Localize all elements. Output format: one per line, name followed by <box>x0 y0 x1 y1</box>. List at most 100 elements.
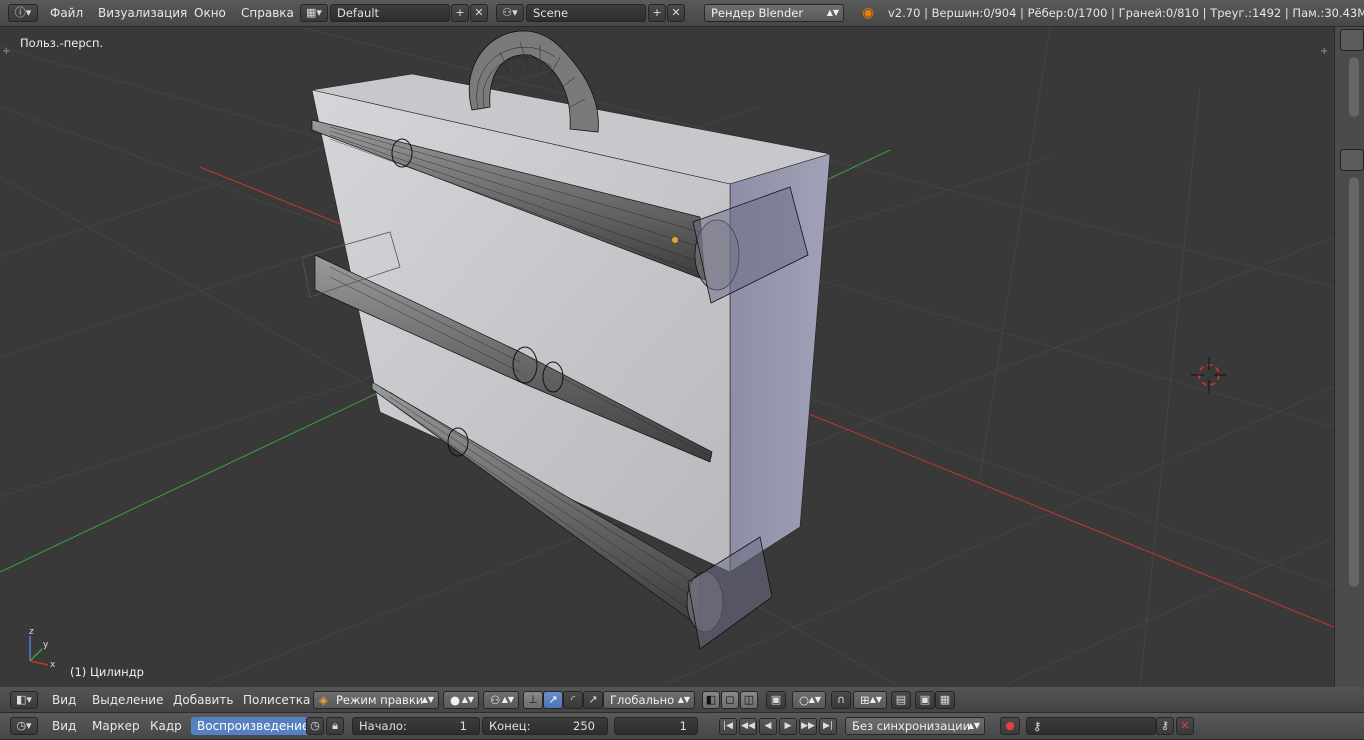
lock-icon: 🔒︎ <box>332 719 338 732</box>
editor-type-button[interactable]: ◧▾ <box>10 691 38 709</box>
start-frame-field[interactable]: Начало: 1 <box>352 717 480 735</box>
key-icon: ⚷ <box>1160 719 1170 732</box>
menu-help[interactable]: Справка <box>241 6 294 20</box>
layers-button[interactable]: ◧ <box>702 691 720 709</box>
auto-keying-button[interactable]: ● <box>1000 717 1020 735</box>
menu-file[interactable]: Файл <box>50 6 83 20</box>
shading-select[interactable]: ● ▲▼ <box>443 691 479 709</box>
jump-end-button[interactable]: ▶| <box>819 718 837 735</box>
record-icon: ● <box>1005 719 1015 732</box>
scene-browse-button[interactable]: ⚇▾ <box>496 4 524 22</box>
edge-select-button[interactable]: ◫ <box>740 691 758 709</box>
key-delete-icon: ✕ <box>1180 719 1190 732</box>
sync-mode-select[interactable]: Без синхронизации ▲▼ <box>845 717 985 735</box>
toolshelf-toggle-icon[interactable]: + <box>2 46 10 57</box>
layout-icon: ▦▾ <box>306 6 322 19</box>
proportional-edit-select[interactable]: ○ ▲▼ <box>792 691 826 709</box>
chevron-updown-icon: ▲▼ <box>826 8 839 17</box>
delete-layout-button[interactable]: ✕ <box>470 4 488 22</box>
sync-mode-label: Без синхронизации <box>852 719 971 733</box>
rotate-manipulator[interactable]: ◜ <box>563 691 583 709</box>
scene-name-field[interactable]: Scene <box>526 4 646 22</box>
play-button[interactable]: ▶ <box>779 718 797 735</box>
timeline-menu-playback[interactable]: Воспроизведение <box>191 717 316 735</box>
vertex-select-button[interactable]: ◻ <box>721 691 739 709</box>
active-object-label: (1) Цилиндр <box>70 665 144 679</box>
menu-mesh[interactable]: Полисетка <box>243 693 310 707</box>
plus-icon: + <box>652 6 662 19</box>
timeline-menu-view[interactable]: Вид <box>52 719 76 733</box>
layout-browse-button[interactable]: ▦▾ <box>300 4 328 22</box>
blender-logo-icon: ◉ <box>862 5 875 21</box>
scene-statistics: v2.70 | Вершин:0/904 | Рёбер:0/1700 | Гр… <box>888 6 1364 20</box>
occlude-geometry-toggle[interactable]: ▣ <box>766 691 786 709</box>
outliner-icon[interactable] <box>1340 29 1364 51</box>
selected-vertex <box>672 237 678 243</box>
view-camera-button[interactable]: ▤ <box>891 691 911 709</box>
add-scene-button[interactable]: + <box>648 4 666 22</box>
snap-grid-icon: ⊞ <box>860 693 870 707</box>
next-keyframe-button[interactable]: ▶▶ <box>799 718 817 735</box>
arrow-icon: ↗ <box>548 693 558 706</box>
current-frame-value: 1 <box>679 719 687 733</box>
menu-window[interactable]: Окно <box>194 6 226 20</box>
properties-toggle-icon[interactable]: + <box>1320 46 1328 57</box>
manipulator-toggle[interactable]: ⊥ <box>523 691 543 709</box>
translate-manipulator[interactable]: ↗ <box>543 691 563 709</box>
transform-orientation-select[interactable]: Глобально ▲▼ <box>603 691 695 709</box>
delete-keyframe-button[interactable]: ✕ <box>1176 717 1194 735</box>
menu-view[interactable]: Вид <box>52 693 76 707</box>
insert-keyframe-button[interactable]: ⚷ <box>1156 717 1174 735</box>
timeline-menu-marker[interactable]: Маркер <box>92 719 140 733</box>
jump-start-button[interactable]: |◀ <box>719 718 737 735</box>
render-engine-select[interactable]: Рендер Blender ▲▼ <box>704 4 844 22</box>
jump-start-icon: |◀ <box>723 721 733 731</box>
scale-icon: ↗ <box>588 693 598 706</box>
layout-name-field[interactable]: Default <box>330 4 450 22</box>
end-frame-field[interactable]: Конец: 250 <box>482 717 608 735</box>
current-frame-field[interactable]: 1 <box>614 717 698 735</box>
close-icon: ✕ <box>671 6 681 19</box>
chevron-updown-icon: ▲▼ <box>677 695 690 704</box>
snap-element-select[interactable]: ⊞ ▲▼ <box>853 691 887 709</box>
prev-keyframe-button[interactable]: ◀◀ <box>739 718 757 735</box>
axis-gizmo: z y x <box>29 627 56 670</box>
menu-render[interactable]: Визуализация <box>98 6 187 20</box>
outliner-scrollbar[interactable] <box>1349 57 1359 117</box>
play-reverse-button[interactable]: ◀ <box>759 718 777 735</box>
3d-viewport[interactable]: z y x Польз.-персп. (1) Цилиндр + + <box>0 27 1334 687</box>
menu-add[interactable]: Добавить <box>173 693 233 707</box>
chevron-updown-icon: ▲▼ <box>967 721 980 730</box>
info-editor-type-button[interactable]: ⓘ▾ <box>8 4 38 22</box>
timeline-editor-type-button[interactable]: ◷▾ <box>10 717 38 735</box>
keying-set-field[interactable]: ⚷ <box>1026 717 1156 735</box>
properties-scrollbar[interactable] <box>1349 177 1359 587</box>
info-icon: ⓘ▾ <box>14 6 32 19</box>
orientation-label: Глобально <box>610 693 675 707</box>
chevron-updown-icon: ▲▼ <box>808 695 821 704</box>
interaction-mode-select[interactable]: ◈ Режим правки ▲▼ <box>313 691 439 709</box>
view-name-label: Польз.-персп. <box>20 36 104 50</box>
scene-icon: ⚇▾ <box>502 6 518 19</box>
menu-select[interactable]: Выделение <box>92 693 163 707</box>
svg-text:z: z <box>29 627 34 637</box>
timeline-menu-frame[interactable]: Кадр <box>150 719 182 733</box>
properties-icon[interactable] <box>1340 149 1364 171</box>
rotate-icon: ◜ <box>570 693 576 706</box>
close-icon: ✕ <box>474 6 484 19</box>
preview-range-button[interactable]: ◷ <box>306 717 324 735</box>
scale-manipulator[interactable]: ↗ <box>583 691 603 709</box>
lock-time-button[interactable]: 🔒︎ <box>326 717 344 735</box>
delete-scene-button[interactable]: ✕ <box>667 4 685 22</box>
timeline-header: ◷▾ Вид Маркер Кадр Воспроизведение ◷ 🔒︎ … <box>0 713 1364 740</box>
plus-icon: + <box>455 6 465 19</box>
render-image-button[interactable]: ▣ <box>915 691 935 709</box>
add-layout-button[interactable]: + <box>451 4 469 22</box>
snap-toggle[interactable]: ∩ <box>831 691 851 709</box>
end-frame-label: Конец: <box>489 719 531 733</box>
pivot-select[interactable]: ⚇ ▲▼ <box>483 691 519 709</box>
prev-keyframe-icon: ◀◀ <box>741 721 755 731</box>
magnet-icon: ∩ <box>836 693 846 706</box>
render-animation-button[interactable]: ▦ <box>935 691 955 709</box>
clock-icon: ◷ <box>310 719 320 732</box>
